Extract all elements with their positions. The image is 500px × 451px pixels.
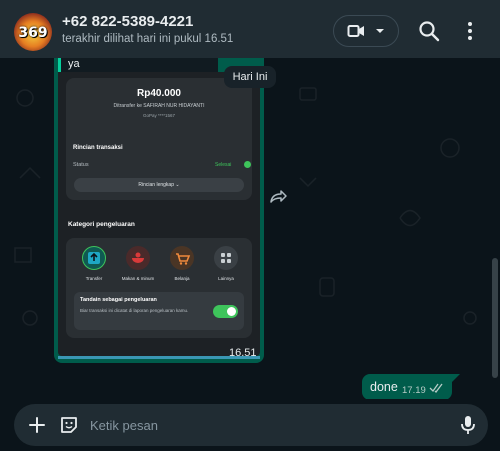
chat-header: 369 +62 822-5389-4221 terakhir dilihat h… [0,0,500,58]
grid-icon [214,246,238,270]
mic-icon[interactable] [458,414,478,436]
outgoing-message[interactable]: done 17.19 [362,374,452,399]
receipt-status-label: Status [73,162,89,168]
mark-expense-toggle [213,305,238,318]
category-shopping: Belanja [162,246,202,281]
receipt-amount: Rp40.000 [137,88,181,99]
contact-last-seen: terakhir dilihat hari ini pukul 16.51 [62,33,234,45]
receipt-category-title: Kategori pengeluaran [68,221,135,228]
receipt-section-title: Rincian transaksi [73,145,123,151]
contact-avatar[interactable]: 369 [14,13,52,51]
chevron-down-icon [376,29,384,33]
receipt-status-value: Selesai [215,162,232,168]
shopping-cart-icon [170,246,194,270]
toggle-knob [227,307,236,316]
status-check-icon [244,161,251,168]
double-check-icon [429,383,443,393]
chat-area[interactable]: ya Rp40.000 Ditransfer ke SAFIRAH NUR HI… [0,58,500,399]
category-other: Lainnya [206,246,246,281]
category-label: Lainnya [218,276,234,281]
plus-icon[interactable] [26,414,48,436]
category-transfer: Transfer [74,246,114,281]
quoted-caption [58,58,218,72]
receipt-account: GoPay ****1567 [142,113,176,118]
menu-dots-icon[interactable] [461,19,479,43]
contact-name[interactable]: +62 822-5389-4221 [62,13,193,30]
receipt-recipient: Ditransfer ke SAFIRAH NUR HIDAYANTI [113,103,205,109]
receipt-details-button: Rincian lengkap ⌄ [74,178,244,192]
composer-area [0,399,500,451]
date-divider: Hari Ini [224,66,276,88]
outgoing-message-time: 17.19 [402,385,426,396]
outgoing-message-text: done [370,380,398,394]
video-call-icon [347,25,364,37]
category-label: Transfer [85,276,103,281]
bubble-tail [452,374,460,382]
forward-icon[interactable] [267,186,289,208]
quoted-caption-text: ya [68,58,80,70]
mark-expense-title: Tandain sebagai pengeluaran [80,297,157,303]
avatar-logo-text: 369 [18,25,48,41]
video-call-button[interactable] [333,15,399,47]
chat-scrollbar[interactable] [492,258,498,378]
quote-accent-bar [58,58,61,72]
transfer-icon [82,246,106,270]
mark-expense-desc: Biar transaksi ini dicatat di laporan pe… [80,308,189,313]
receipt-details-label: Rincian lengkap [138,182,174,188]
food-bowl-icon [126,246,150,270]
category-food: Makan & minum [118,246,158,281]
search-icon[interactable] [417,19,441,43]
category-label: Makan & minum [121,276,155,281]
receipt-summary-card: Rp40.000 Ditransfer ke SAFIRAH NUR HIDAY… [66,78,252,200]
image-message-time: 16.51 [229,347,257,359]
composer-bar [14,404,488,446]
receipt-screenshot-image[interactable]: Rp40.000 Ditransfer ke SAFIRAH NUR HIDAY… [58,72,260,356]
category-label: Belanja [174,276,190,281]
receipt-category-box: Transfer Makan & minum Belanja Lainnya T… [66,238,252,338]
mark-expense-box: Tandain sebagai pengeluaran Biar transak… [74,292,244,330]
message-input[interactable] [90,412,450,438]
sticker-icon[interactable] [58,414,80,436]
